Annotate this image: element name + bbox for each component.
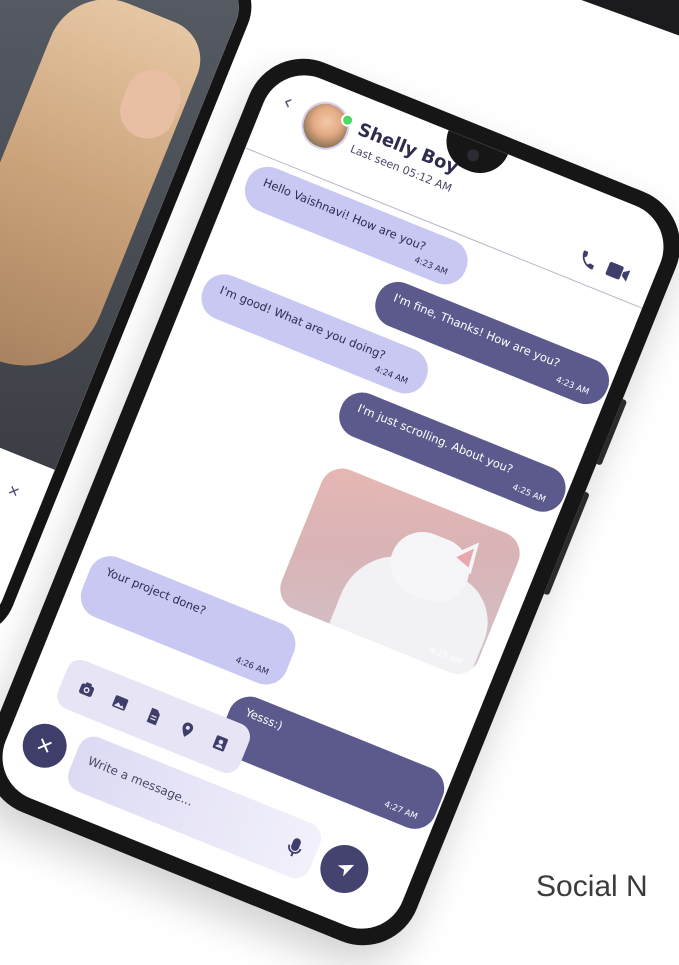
message-text: Your project done? — [103, 564, 209, 618]
message-text: I'm good! What are you doing? — [217, 282, 388, 363]
image-message-white-cat[interactable]: 4:25 AM — [273, 461, 527, 681]
message-time: 4:25 AM — [510, 482, 547, 505]
message-time: 4:23 AM — [554, 375, 591, 398]
contact-icon[interactable] — [209, 732, 232, 755]
document-icon[interactable] — [142, 705, 165, 728]
caption-text: Social N — [536, 870, 648, 903]
message-text: Yesss:) — [243, 705, 285, 733]
back-arrow-icon[interactable]: ‹ — [279, 89, 297, 115]
camera-icon[interactable] — [75, 678, 98, 701]
location-icon[interactable] — [175, 718, 198, 741]
message-input-placeholder: Write a message... — [85, 753, 195, 809]
close-attachments-button[interactable]: ✕ — [16, 717, 74, 775]
message-text: I'm just scrolling. About you? — [355, 401, 515, 477]
message-time: 4:26 AM — [233, 655, 271, 678]
third-phone-corner — [554, 0, 679, 66]
close-icon: ✕ — [32, 731, 57, 761]
close-icon[interactable]: ✕ — [5, 482, 22, 501]
message-time: 4:27 AM — [382, 799, 419, 823]
message-time: 4:23 AM — [412, 255, 449, 278]
phone-call-icon[interactable] — [575, 247, 601, 273]
video-call-icon[interactable] — [603, 258, 633, 286]
send-icon — [337, 864, 355, 877]
gallery-icon[interactable] — [109, 691, 132, 714]
message-time: 4:24 AM — [373, 364, 410, 387]
send-button[interactable] — [313, 837, 376, 901]
